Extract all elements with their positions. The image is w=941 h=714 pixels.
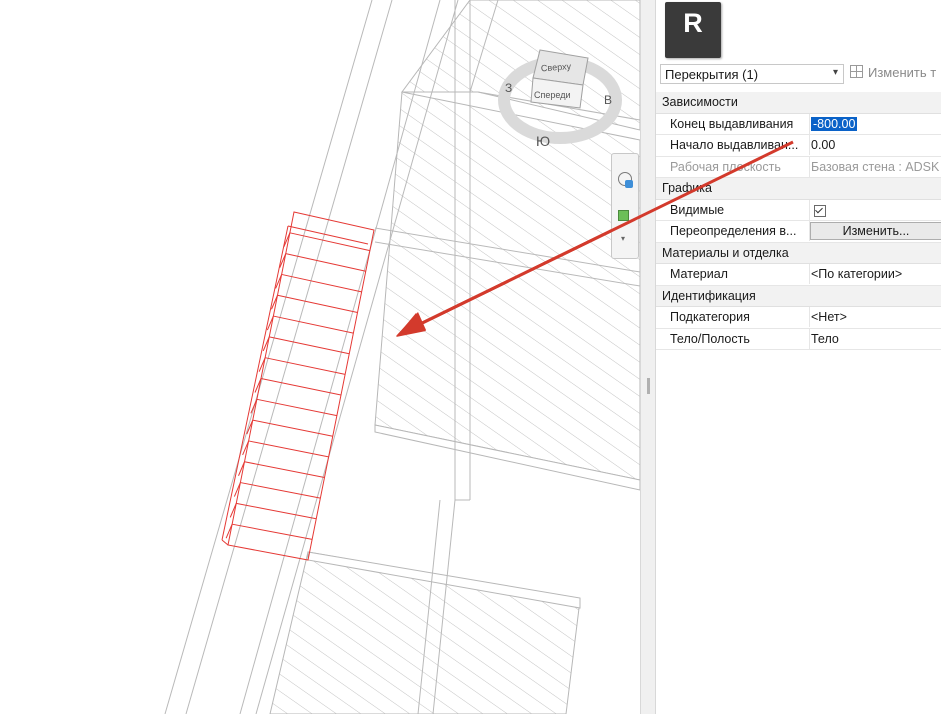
section-header-graphics[interactable]: Графика: [656, 178, 941, 200]
property-name: Материал: [670, 267, 728, 281]
section-header-constraints[interactable]: Зависимости: [656, 92, 941, 114]
extrusion-step-edge: [265, 357, 346, 375]
property-value-input[interactable]: <Нет>: [809, 307, 941, 327]
property-row[interactable]: Начало выдавливан... 0.00: [656, 135, 941, 157]
zoom-icon[interactable]: [618, 210, 629, 221]
property-name: Тело/Полость: [670, 331, 750, 346]
property-value-input[interactable]: -800.00: [809, 113, 941, 134]
property-row[interactable]: Тело/Полость Тело: [656, 328, 941, 350]
cube-top-face[interactable]: Сверху: [541, 61, 572, 73]
extrusion-step-edge: [236, 502, 317, 520]
extrusion-step-edge: [252, 419, 333, 437]
property-value-input[interactable]: Тело: [809, 328, 941, 349]
property-value: Базовая стена : ADSK: [809, 156, 941, 177]
edit-overrides-button[interactable]: Изменить...: [810, 222, 941, 240]
property-name: Конец выдавливания: [670, 116, 794, 131]
edit-type-button[interactable]: Изменить т: [850, 65, 941, 85]
type-selector[interactable]: Перекрытия (1) ▾: [660, 64, 844, 84]
3d-viewport[interactable]: Сверху Спереди З В Ю ▾: [0, 0, 640, 714]
navigation-bar[interactable]: ▾: [611, 153, 639, 259]
extrusion-step-edge: [256, 398, 337, 417]
property-row[interactable]: Конец выдавливания -800.00: [656, 113, 941, 135]
extrusion-step-edge: [240, 482, 321, 499]
section-header-materials[interactable]: Материалы и отделка: [656, 242, 941, 264]
extrusion-step-edge: [273, 315, 354, 334]
extrusion-step-edge: [269, 336, 350, 355]
properties-palette: R Перекрытия (1) ▾ Изменить т Зависимост…: [656, 0, 941, 714]
pan-icon[interactable]: [625, 180, 633, 188]
property-name: Переопределения в...: [670, 224, 797, 238]
property-name: Подкатегория: [670, 310, 750, 324]
property-row: Рабочая плоскость Базовая стена : ADSK: [656, 156, 941, 178]
type-preview: R: [656, 0, 941, 62]
model-view[interactable]: Сверху Спереди З В Ю: [0, 0, 640, 714]
revit-logo: R: [665, 2, 721, 58]
property-row[interactable]: Материал <По категории>: [656, 264, 941, 286]
extrusion-step-edge: [285, 253, 366, 272]
checkbox-checked-icon[interactable]: [814, 204, 826, 217]
visible-checkbox[interactable]: [809, 199, 941, 220]
extrusion-step-edge: [260, 378, 342, 396]
extrusion-step-edge: [277, 294, 358, 313]
chevron-down-icon[interactable]: ▾: [621, 234, 625, 243]
compass-north[interactable]: З: [505, 81, 512, 95]
property-row[interactable]: Видимые: [656, 199, 941, 221]
compass-east[interactable]: В: [604, 93, 612, 107]
splitter-grip[interactable]: [647, 378, 650, 394]
property-row[interactable]: Подкатегория <Нет>: [656, 307, 941, 329]
slab-lower[interactable]: [269, 551, 581, 714]
extrusion-step-edge: [281, 273, 362, 293]
property-row[interactable]: Переопределения в... Изменить...: [656, 221, 941, 243]
section-header-identity[interactable]: Идентификация: [656, 285, 941, 307]
property-value-input[interactable]: 0.00: [809, 135, 941, 155]
property-name: Рабочая плоскость: [670, 159, 781, 174]
cube-front-face[interactable]: Спереди: [534, 90, 570, 100]
panel-splitter[interactable]: [640, 0, 656, 714]
overrides-cell: Изменить...: [809, 221, 941, 241]
property-value-input[interactable]: <По категории>: [809, 264, 941, 284]
compass-south[interactable]: Ю: [536, 133, 550, 149]
property-grid: Зависимости Конец выдавливания -800.00 Н…: [656, 92, 941, 350]
property-name: Видимые: [670, 202, 725, 217]
edit-type-icon: [850, 65, 863, 78]
chevron-down-icon[interactable]: ▾: [833, 67, 838, 78]
property-name: Начало выдавливан...: [670, 138, 799, 152]
extrusion-step-edge: [232, 523, 313, 540]
type-selector-value: Перекрытия (1): [665, 67, 759, 82]
